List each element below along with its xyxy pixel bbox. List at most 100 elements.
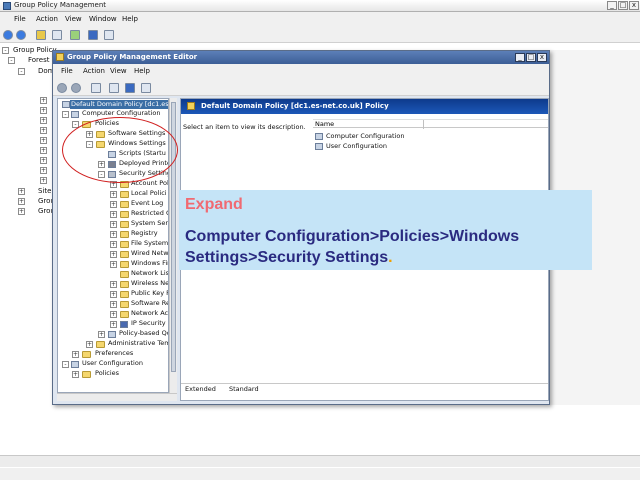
gpme-close-icon[interactable]: x [537, 53, 547, 62]
tree-registry[interactable]: Registry [131, 229, 158, 238]
properties-icon[interactable] [104, 30, 114, 40]
tree-administrative-templates[interactable]: Administrative Temp [108, 339, 168, 348]
tab-standard[interactable]: Standard [229, 385, 259, 393]
maximize-icon[interactable]: □ [618, 1, 628, 10]
outer-horizontal-scrollbar[interactable] [0, 455, 640, 467]
outer-expander[interactable]: + [40, 107, 47, 114]
gpme-menu-help[interactable]: Help [134, 67, 150, 75]
expander[interactable]: + [110, 251, 117, 258]
gpme-minimize-icon[interactable]: _ [515, 53, 525, 62]
menu-action[interactable]: Action [36, 15, 58, 23]
expander[interactable]: + [110, 281, 117, 288]
tree-policies[interactable]: Policies [95, 119, 119, 128]
tree-public-key[interactable]: Public Key P [131, 289, 168, 298]
show-hide-tree-icon[interactable] [52, 30, 62, 40]
outer-expander[interactable]: + [40, 167, 47, 174]
tree-wired-network[interactable]: Wired Netw [131, 249, 168, 258]
menu-view[interactable]: View [65, 15, 82, 23]
column-name[interactable]: Name [315, 120, 334, 128]
expander-computer-config[interactable]: - [62, 111, 69, 118]
tree-computer-configuration[interactable]: Computer Configuration [82, 109, 160, 118]
tree-local-policies[interactable]: Local Polici [131, 189, 167, 198]
outer-expander[interactable]: + [40, 97, 47, 104]
tree-root-policy[interactable]: Default Domain Policy [dc1.es-n [70, 100, 168, 109]
gpme-menu-file[interactable]: File [61, 67, 73, 75]
gpme-properties-icon[interactable] [109, 83, 119, 93]
tab-extended[interactable]: Extended [185, 385, 216, 393]
expander[interactable]: + [110, 201, 117, 208]
gpme-back-icon[interactable] [57, 83, 67, 93]
outer-expander[interactable]: + [40, 137, 47, 144]
expander[interactable]: + [98, 331, 105, 338]
menu-file[interactable]: File [14, 15, 26, 23]
tree-software-settings[interactable]: Software Settings [108, 129, 165, 138]
outer-expander[interactable]: + [40, 177, 47, 184]
column-divider[interactable] [423, 120, 424, 129]
tree-restricted-groups[interactable]: Restricted C [131, 209, 168, 218]
expander[interactable]: + [110, 261, 117, 268]
tree-network-list[interactable]: Network Lis [131, 269, 168, 278]
gpme-help-icon[interactable] [125, 83, 135, 93]
expander[interactable]: + [110, 191, 117, 198]
tree-account-policies[interactable]: Account Pol [131, 179, 168, 188]
expander[interactable]: + [110, 321, 117, 328]
gpme-maximize-icon[interactable]: □ [526, 53, 536, 62]
expander[interactable]: + [110, 291, 117, 298]
back-arrow-icon[interactable] [3, 30, 13, 40]
gpme-view-icon[interactable] [141, 83, 151, 93]
close-icon[interactable]: x [629, 1, 639, 10]
expander-windows-settings[interactable]: - [86, 141, 93, 148]
expander[interactable]: + [86, 341, 93, 348]
forward-arrow-icon[interactable] [16, 30, 26, 40]
expander[interactable]: + [72, 351, 79, 358]
tree-vertical-scrollbar[interactable] [169, 98, 177, 393]
tree-policy-based-qos[interactable]: Policy-based Qo [119, 329, 168, 338]
tree-software-restriction[interactable]: Software Re [131, 299, 168, 308]
outer-expander[interactable]: + [40, 117, 47, 124]
expander[interactable]: + [110, 311, 117, 318]
tree-user-policies[interactable]: Policies [95, 369, 119, 378]
tree-event-log[interactable]: Event Log [131, 199, 163, 208]
expander[interactable]: + [72, 371, 79, 378]
menu-help[interactable]: Help [122, 15, 138, 23]
help-icon[interactable] [88, 30, 98, 40]
tree-file-system[interactable]: File System [131, 239, 168, 248]
expander-software-settings[interactable]: + [86, 131, 93, 138]
folder-icon [82, 351, 91, 358]
outer-expander[interactable]: + [40, 157, 47, 164]
tree-network-access[interactable]: Network Acc [131, 309, 168, 318]
menu-window[interactable]: Window [89, 15, 117, 23]
expander-deployed-printers[interactable]: + [98, 161, 105, 168]
tree-ip-security[interactable]: IP Security [131, 319, 166, 328]
expander[interactable]: + [110, 211, 117, 218]
tree-security-settings[interactable]: Security Setting [119, 169, 168, 178]
expander[interactable]: + [110, 301, 117, 308]
expander[interactable]: + [110, 231, 117, 238]
tree-windows-firewall[interactable]: Windows Fir [131, 259, 168, 268]
tree-user-configuration[interactable]: User Configuration [82, 359, 143, 368]
expander[interactable]: + [110, 181, 117, 188]
gpme-menu-action[interactable]: Action [83, 67, 105, 75]
tree-windows-settings[interactable]: Windows Settings [108, 139, 166, 148]
gpme-forward-icon[interactable] [71, 83, 81, 93]
tree-horizontal-scrollbar[interactable] [57, 393, 177, 401]
tree-preferences[interactable]: Preferences [95, 349, 133, 358]
expander[interactable]: + [110, 221, 117, 228]
tree-scripts[interactable]: Scripts (Startu [119, 149, 166, 158]
gpme-show-hide-tree-icon[interactable] [91, 83, 101, 93]
gpme-menu-view[interactable]: View [110, 67, 127, 75]
tree-deployed-printers[interactable]: Deployed Printe [119, 159, 168, 168]
minimize-icon[interactable]: _ [607, 1, 617, 10]
expander-user-config[interactable]: - [62, 361, 69, 368]
expander-policies[interactable]: - [72, 121, 79, 128]
list-column-header[interactable]: Name [313, 119, 548, 129]
tree-system-services[interactable]: System Serv [131, 219, 168, 228]
folder-up-icon[interactable] [36, 30, 46, 40]
expander-security-settings[interactable]: - [98, 171, 105, 178]
outer-expander[interactable]: + [40, 147, 47, 154]
refresh-icon[interactable] [70, 30, 80, 40]
outer-expander[interactable]: + [40, 127, 47, 134]
expander[interactable]: + [110, 241, 117, 248]
scroll-thumb[interactable] [171, 102, 176, 372]
tree-wireless-network[interactable]: Wireless Ne [131, 279, 168, 288]
